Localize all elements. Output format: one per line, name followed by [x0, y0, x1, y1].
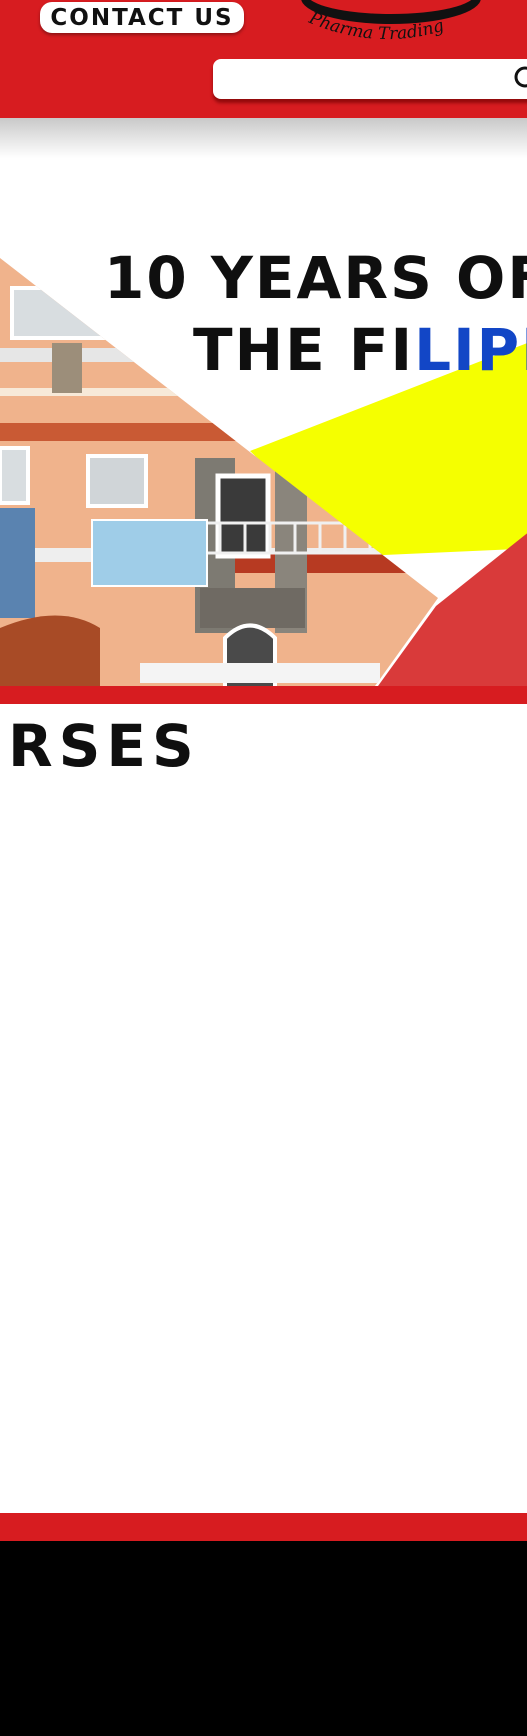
search-icon[interactable]	[512, 65, 527, 93]
banner-graphic	[0, 258, 527, 686]
section-title: RSES	[8, 712, 200, 780]
headline-line-2-accent: LIPI	[414, 316, 527, 384]
site-header: CONTACT US Pharma Trading	[0, 0, 527, 118]
headline-line-2: THE FILIPI	[193, 316, 527, 384]
search-bar[interactable]	[213, 59, 527, 99]
hero-banner: 10 YEARS OF S THE FILIPI	[0, 158, 527, 686]
headline-line-1: 10 YEARS OF S	[104, 244, 527, 312]
header-shadow	[0, 118, 527, 158]
footer-top-strip	[0, 1513, 527, 1541]
headline-line-2-text: THE FI	[193, 316, 415, 384]
headline-line-1-text: 10 YEARS OF	[104, 244, 527, 312]
site-logo[interactable]: Pharma Trading	[286, 0, 486, 55]
section-divider	[0, 686, 527, 704]
contact-us-button[interactable]: CONTACT US	[40, 2, 244, 33]
site-footer	[0, 1541, 527, 1736]
